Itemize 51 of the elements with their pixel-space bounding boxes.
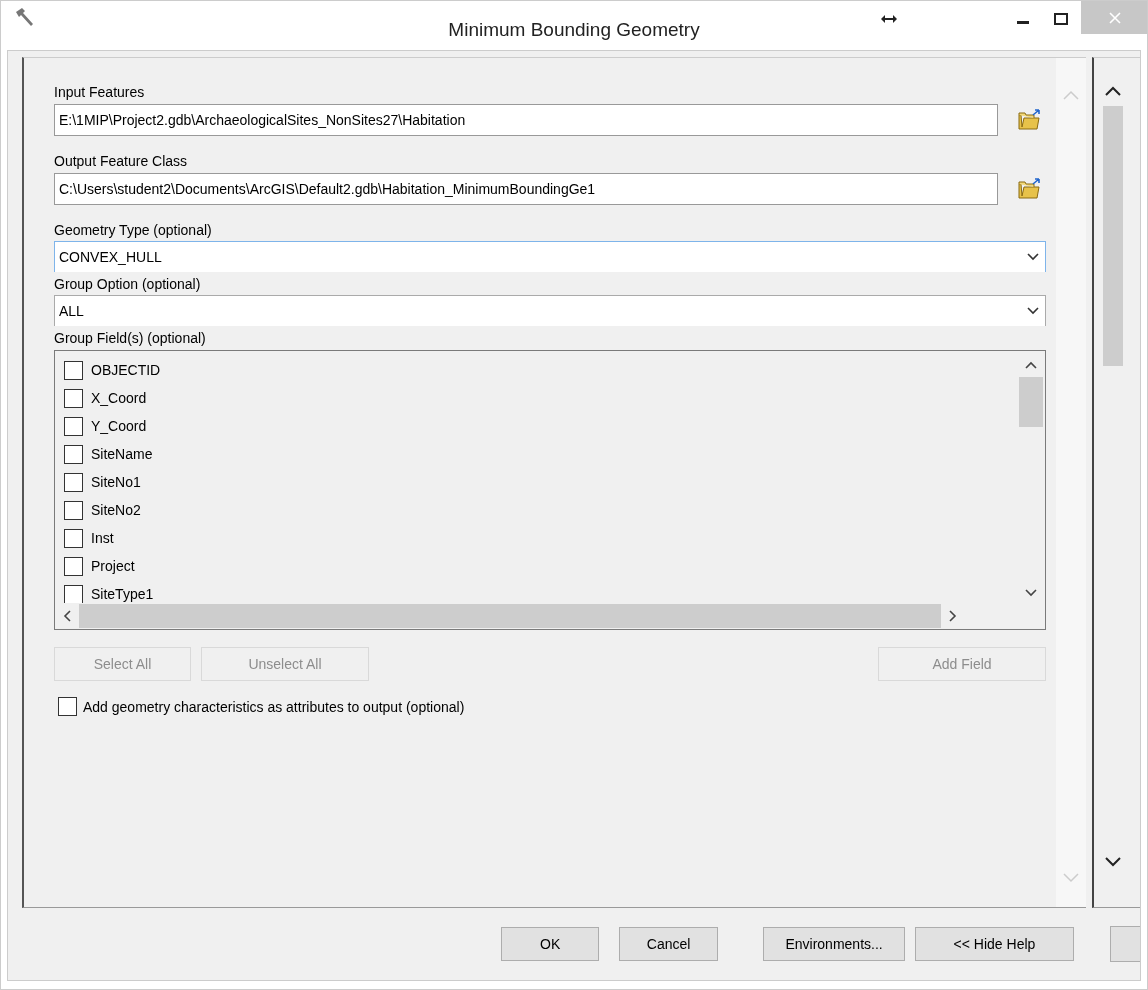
- scroll-down-icon[interactable]: [1105, 857, 1121, 867]
- scroll-left-icon[interactable]: [63, 610, 71, 622]
- field-name: SiteType1: [91, 586, 154, 602]
- checkbox[interactable]: [64, 584, 83, 603]
- scrollbar-thumb[interactable]: [1019, 377, 1043, 427]
- scroll-right-icon[interactable]: [949, 610, 957, 622]
- parameter-label: Group Option (optional): [54, 276, 202, 294]
- checkbox[interactable]: [58, 697, 77, 716]
- hammer-icon: [13, 5, 35, 28]
- window-title: Minimum Bounding Geometry: [448, 19, 700, 41]
- maximize-icon[interactable]: [1054, 13, 1068, 25]
- folder-icon: [1017, 109, 1041, 131]
- checkbox[interactable]: [64, 556, 83, 576]
- resize-icon[interactable]: [881, 14, 897, 24]
- checkbox[interactable]: [64, 416, 83, 436]
- field-name: SiteNo1: [91, 474, 141, 490]
- parameter-label: Group Field(s) (optional): [54, 330, 207, 348]
- chevron-down-icon: [1027, 307, 1039, 315]
- parameter-label: Input Features: [54, 84, 146, 102]
- scrollbar-thumb[interactable]: [1103, 106, 1123, 366]
- dialog-button[interactable]: << Hide Help: [915, 927, 1074, 961]
- close-icon: [1109, 11, 1121, 24]
- checkbox[interactable]: [64, 500, 83, 520]
- field-name: Y_Coord: [91, 418, 147, 434]
- checkbox-label: Add geometry characteristics as attributes to output (optional): [83, 698, 465, 715]
- field-name: SiteNo2: [91, 502, 141, 518]
- path-field[interactable]: C:\Users\student2\Documents\ArcGIS\Default2.gdb\Habitation_MinimumBoundingGe1: [54, 173, 998, 205]
- scroll-up-icon[interactable]: [1025, 361, 1037, 369]
- checkbox[interactable]: [64, 388, 83, 408]
- chevron-down-icon: [1027, 253, 1039, 261]
- field-name: OBJECTID: [91, 362, 161, 378]
- dropdown-field[interactable]: ALL: [54, 295, 1046, 326]
- scrollbar-thumb[interactable]: [79, 604, 941, 628]
- field-name: Inst: [91, 530, 114, 546]
- checkbox[interactable]: [64, 528, 83, 548]
- dropdown-field[interactable]: CONVEX_HULL: [54, 241, 1046, 272]
- path-field[interactable]: E:\1MIP\Project2.gdb\ArchaeologicalSites_NonSites27\Habitation: [54, 104, 998, 136]
- checkbox[interactable]: [64, 444, 83, 464]
- checkbox[interactable]: [64, 472, 83, 492]
- dialog-button[interactable]: Cancel: [619, 927, 718, 961]
- scroll-up-icon[interactable]: [1105, 86, 1121, 96]
- dialog-button[interactable]: OK: [501, 927, 600, 961]
- field-name: Project: [91, 558, 135, 574]
- scroll-down-icon[interactable]: [1025, 589, 1037, 597]
- folder-icon: [1017, 178, 1041, 200]
- checkbox[interactable]: [64, 360, 83, 380]
- dialog-button[interactable]: Environments...: [762, 927, 906, 961]
- parameter-label: Output Feature Class: [54, 153, 189, 171]
- field-name: X_Coord: [91, 390, 147, 406]
- parameter-label: Geometry Type (optional): [54, 222, 213, 240]
- field-name: SiteName: [91, 446, 153, 462]
